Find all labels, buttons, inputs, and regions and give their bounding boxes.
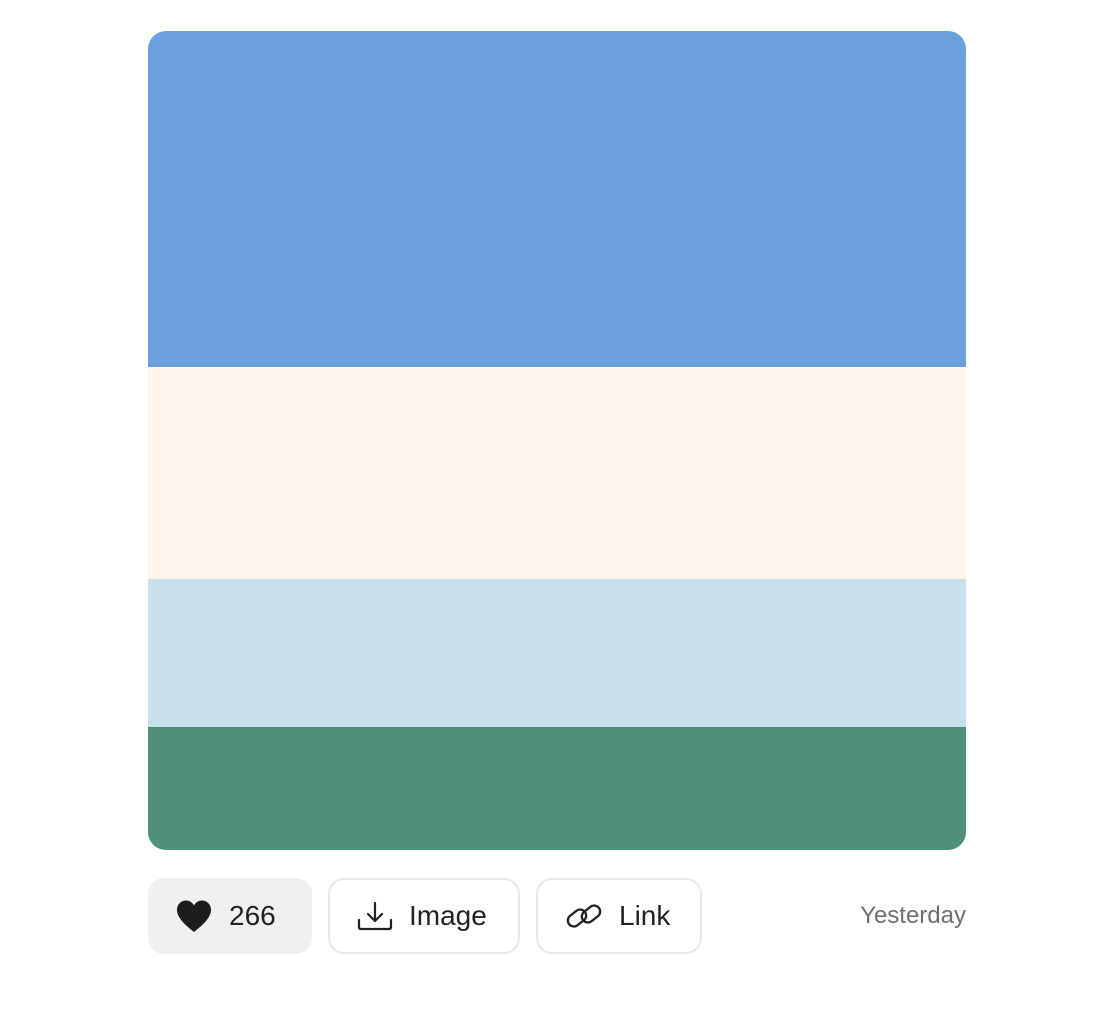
palette-card bbox=[148, 31, 966, 850]
download-image-button[interactable]: Image bbox=[328, 878, 520, 954]
image-button-label: Image bbox=[409, 900, 487, 931]
timestamp: Yesterday bbox=[860, 902, 966, 929]
palette-actions: 266 Image Link Yesterday bbox=[148, 878, 966, 954]
color-swatch[interactable] bbox=[148, 367, 966, 579]
like-count: 266 bbox=[229, 900, 276, 931]
link-button-label: Link bbox=[619, 900, 671, 931]
link-icon bbox=[565, 899, 603, 933]
heart-icon bbox=[175, 899, 213, 933]
copy-link-button[interactable]: Link bbox=[536, 878, 702, 954]
color-swatch[interactable] bbox=[148, 31, 966, 367]
color-swatch[interactable] bbox=[148, 727, 966, 850]
like-button[interactable]: 266 bbox=[148, 878, 312, 954]
download-icon bbox=[357, 901, 393, 931]
color-swatch[interactable] bbox=[148, 579, 966, 727]
